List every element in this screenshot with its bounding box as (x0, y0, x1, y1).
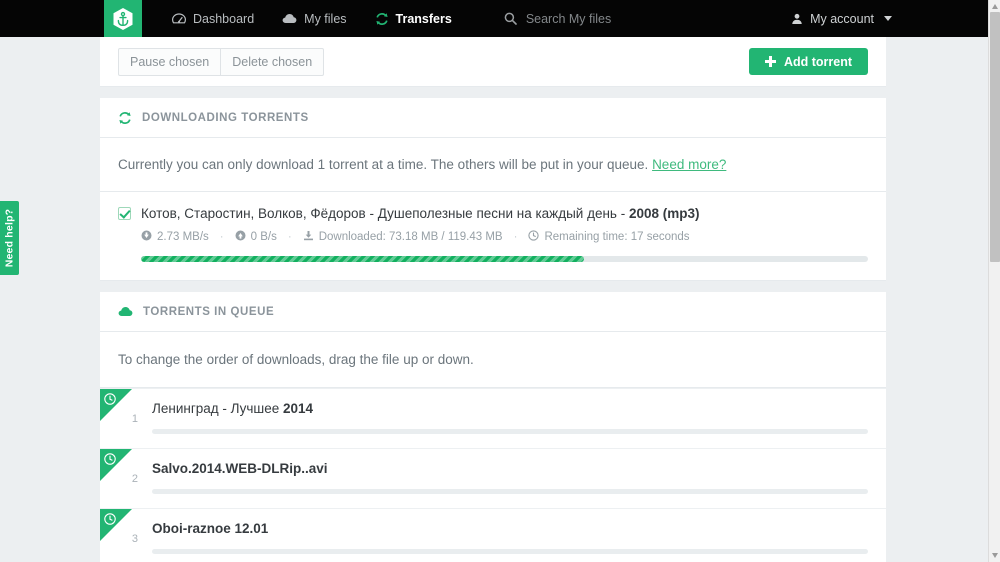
user-icon (791, 13, 803, 25)
queue-item-body: Ленинград - Лучшее 2014 (152, 389, 886, 434)
search-input[interactable] (525, 11, 746, 26)
downloaded-stat: Downloaded: 73.18 MB / 119.43 MB (303, 230, 503, 244)
remaining-time-value: Remaining time: 17 seconds (544, 231, 690, 243)
queue-section-header: TORRENTS IN QUEUE (100, 292, 886, 332)
dashboard-icon (172, 12, 186, 25)
search-area[interactable] (504, 0, 746, 37)
scroll-up-icon[interactable] (992, 4, 998, 9)
add-torrent-label: Add torrent (783, 54, 852, 69)
queue-item-title-regular: Ленинград - Лучшее (152, 401, 284, 416)
separator-dot: · (287, 231, 292, 243)
upload-speed-value: 0 B/s (250, 231, 277, 243)
upload-arrow-circle-icon (235, 230, 246, 244)
queue-item-body: Salvo.2014.WEB-DLRip..avi (152, 449, 886, 494)
queue-list-item[interactable]: 3 Oboi-raznoe 12.01 (100, 508, 886, 562)
cloud-icon (118, 306, 133, 317)
nav-link-my-files[interactable]: My files (268, 0, 360, 37)
anchor-hexagon-logo-icon (113, 7, 133, 30)
app-logo[interactable] (104, 0, 142, 37)
queue-reorder-note: To change the order of downloads, drag t… (100, 332, 886, 388)
torrent-title[interactable]: Котов, Старостин, Волков, Фёдоров - Душе… (141, 206, 700, 221)
queue-list: 1 Ленинград - Лучшее 2014 2 Salvo.2014.W… (100, 388, 886, 562)
scroll-down-icon[interactable] (992, 553, 998, 558)
queue-item-progress-bar (152, 549, 868, 554)
separator-dot: · (219, 231, 224, 243)
clock-icon (104, 512, 116, 530)
nav-link-transfers[interactable]: Transfers (361, 0, 466, 37)
queue-limit-notice: Currently you can only download 1 torren… (100, 138, 886, 192)
download-speed-value: 2.73 MB/s (157, 231, 209, 243)
downloaded-value: Downloaded: 73.18 MB / 119.43 MB (318, 231, 503, 243)
clock-icon (104, 452, 116, 470)
queue-list-item[interactable]: 2 Salvo.2014.WEB-DLRip..avi (100, 448, 886, 508)
top-navbar: Dashboard My files Transfers Search My f… (0, 0, 988, 37)
downloading-torrent-row: Котов, Старостин, Волков, Фёдоров - Душе… (100, 192, 886, 281)
queue-item-title-bold: Oboi-raznoe 12.01 (152, 521, 269, 536)
queue-item-title-bold: Salvo.2014.WEB-DLRip..avi (152, 461, 328, 476)
need-help-label: Need help? (3, 208, 16, 268)
section-gap (100, 281, 886, 292)
separator-dot: · (513, 231, 518, 243)
search-icon (504, 12, 517, 25)
queue-item-title[interactable]: Ленинград - Лучшее 2014 (152, 401, 868, 416)
remaining-time-stat: Remaining time: 17 seconds (528, 230, 690, 244)
transfers-toolbar: Pause chosen Delete chosen Add torrent (100, 37, 886, 87)
notice-text: Currently you can only download 1 torren… (118, 157, 649, 172)
cloud-icon (282, 13, 297, 24)
queue-item-title-bold: 2014 (283, 401, 314, 416)
queue-list-item[interactable]: 1 Ленинград - Лучшее 2014 (100, 388, 886, 448)
clock-icon (528, 230, 540, 244)
upload-speed-stat: 0 B/s (235, 230, 277, 244)
page-scrollbar[interactable] (988, 0, 1000, 562)
app-root: Dashboard My files Transfers Search My f… (0, 0, 1000, 562)
torrent-title-main: Котов, Старостин, Волков, Фёдоров - Душе… (141, 206, 629, 221)
add-torrent-button[interactable]: Add torrent (748, 48, 868, 75)
queue-item-progress-bar (152, 429, 868, 434)
download-speed-stat: 2.73 MB/s (141, 230, 209, 244)
nav-link-label: Transfers (395, 11, 452, 26)
nav-link-dashboard[interactable]: Dashboard (158, 0, 268, 37)
torrent-title-bold: 2008 (mp3) (628, 206, 700, 221)
refresh-sync-icon (375, 12, 389, 26)
torrent-stats: 2.73 MB/s · 0 B/s · Downloaded: 73.18 MB… (141, 230, 868, 244)
queue-item-title[interactable]: Oboi-raznoe 12.01 (152, 521, 868, 536)
delete-chosen-button[interactable]: Delete chosen (220, 47, 325, 76)
pause-chosen-button[interactable]: Pause chosen (118, 47, 222, 76)
downloading-section-header: DOWNLOADING TORRENTS (100, 98, 886, 138)
section-title: TORRENTS IN QUEUE (143, 305, 275, 318)
download-tray-icon (303, 230, 314, 244)
nav-link-label: Dashboard (193, 11, 255, 26)
torrent-checkbox[interactable] (118, 207, 131, 220)
main-content: Pause chosen Delete chosen Add torrent D… (100, 37, 886, 562)
nav-link-label: My files (304, 11, 347, 26)
torrent-title-row: Котов, Старостин, Волков, Фёдоров - Душе… (118, 206, 868, 221)
download-arrow-circle-icon (141, 230, 152, 244)
need-help-tab[interactable]: Need help? (0, 201, 19, 275)
section-gap (100, 87, 886, 98)
chevron-down-icon (884, 16, 892, 21)
bulk-actions: Pause chosen Delete chosen (118, 47, 325, 76)
queue-item-body: Oboi-raznoe 12.01 (152, 509, 886, 554)
section-title: DOWNLOADING TORRENTS (142, 111, 309, 124)
queue-item-title[interactable]: Salvo.2014.WEB-DLRip..avi (152, 461, 868, 476)
scroll-thumb[interactable] (990, 12, 1000, 262)
account-label: My account (810, 11, 874, 26)
clock-icon (104, 392, 116, 410)
queue-item-progress-bar (152, 489, 868, 494)
torrent-progress-bar (141, 256, 868, 262)
nav-links: Dashboard My files Transfers (158, 0, 466, 37)
account-menu[interactable]: My account (791, 0, 892, 37)
torrent-progress-fill (141, 256, 585, 262)
refresh-sync-icon (118, 111, 132, 125)
plus-icon (764, 56, 776, 67)
need-more-link[interactable]: Need more? (652, 157, 726, 172)
